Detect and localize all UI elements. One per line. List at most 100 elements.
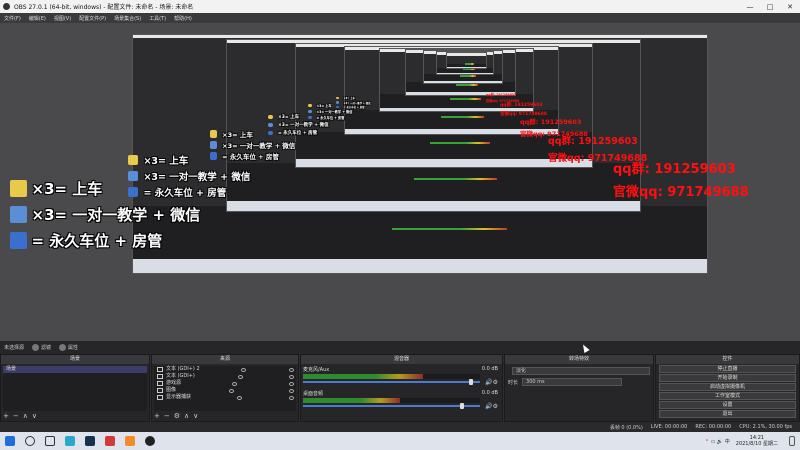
lock-icon[interactable] (288, 374, 294, 379)
notification-icon[interactable] (789, 436, 795, 446)
stop-streaming-button[interactable]: 停止直播 (659, 365, 796, 373)
meter-fill (303, 398, 401, 403)
transition-select[interactable]: 淡化 (512, 367, 650, 375)
source-item[interactable]: 文本 (GDI+) (154, 373, 296, 380)
speaker-icon[interactable]: 🔊⚙ (485, 379, 498, 386)
properties-icon (59, 344, 67, 351)
move-scene-down-button[interactable]: ∨ (32, 412, 37, 420)
settings-button[interactable]: 设置 (659, 401, 796, 409)
overlay-tier-row: ×3= 上车 (308, 103, 332, 108)
exit-button[interactable]: 退出 (659, 410, 796, 418)
visibility-eye-icon[interactable] (236, 395, 242, 400)
mixer-dock: 混音器 麦克风/Aux 0.0 dB 🔊⚙ 桌面音频 0.0 dB 🔊⚙ (300, 354, 503, 422)
overlay-tier-text: = 永久车位 + 房管 (277, 131, 318, 136)
source-label: 图像 (166, 387, 177, 393)
scene-item[interactable]: 场景 (3, 366, 147, 373)
move-scene-up-button[interactable]: ∧ (23, 412, 28, 420)
obs-taskbar-icon[interactable] (145, 436, 155, 446)
source-item[interactable]: 显示器捕获 (154, 394, 296, 401)
menu-edit[interactable]: 编辑(E) (25, 15, 50, 22)
rocket-icon (128, 186, 139, 198)
source-item[interactable]: 游戏源 (154, 380, 296, 387)
qq-group-text: qq群: 191259603 (500, 103, 543, 108)
lock-icon[interactable] (288, 395, 294, 400)
nested-taskbar (437, 72, 493, 75)
speaker-icon[interactable]: 🔊⚙ (485, 403, 498, 410)
lock-icon[interactable] (288, 388, 294, 393)
lock-icon[interactable] (289, 367, 294, 372)
minimize-button[interactable]: — (740, 3, 760, 11)
filter-button[interactable]: 滤镜 (32, 344, 51, 351)
source-item[interactable]: 图像 (154, 387, 296, 394)
start-recording-button[interactable]: 开始录制 (659, 374, 796, 382)
menu-view[interactable]: 视图(V) (50, 15, 75, 22)
lock-icon[interactable] (288, 381, 294, 386)
recursive-capture-frame (445, 51, 488, 69)
add-scene-button[interactable]: + (3, 412, 9, 420)
preview-canvas[interactable]: ×3= 上车 ×3= 一对一教学 + 微信 = 永久车位 + 房管 ×3= 上车 ×3=… (0, 23, 800, 341)
menu-file[interactable]: 文件(F) (0, 15, 25, 22)
overlay-tier-row: = 永久车位 + 房管 (10, 230, 162, 251)
nested-meter (449, 97, 481, 100)
overlay-tier-text: ×3= 上车 (316, 104, 332, 108)
overlay-tier-text: ×3= 上车 (222, 131, 253, 139)
menu-scene-collection[interactable]: 场景集合(S) (110, 15, 145, 22)
channel-name: 麦克风/Aux (303, 367, 330, 373)
source-settings-button[interactable]: ⚙ (174, 412, 180, 420)
steam-icon[interactable] (85, 436, 95, 446)
studio-mode-button[interactable]: 工作室模式 (659, 392, 796, 400)
menu-tools[interactable]: 工具(T) (145, 15, 170, 22)
visibility-eye-icon[interactable] (238, 374, 244, 379)
start-virtual-camera-button[interactable]: 启动虚拟摄像机 (659, 383, 796, 391)
qq-group-text: qq群: 191259603 (548, 136, 638, 147)
rocket-icon (10, 232, 27, 249)
source-label: 文本 (GDI+) 2 (166, 366, 200, 372)
pencil-icon (336, 96, 339, 100)
remove-source-button[interactable]: − (164, 412, 170, 420)
netease-music-icon[interactable] (105, 436, 115, 446)
nested-meter (429, 142, 490, 145)
pencil-icon (308, 103, 312, 108)
ship-icon (308, 109, 312, 114)
menu-help[interactable]: 帮助(H) (170, 15, 196, 22)
task-view-icon[interactable] (45, 436, 55, 446)
move-source-down-button[interactable]: ∨ (193, 412, 198, 420)
duration-input[interactable]: 300 ms (522, 378, 623, 386)
volume-slider[interactable] (303, 381, 480, 383)
windows-start-icon[interactable] (5, 436, 15, 446)
search-icon[interactable] (25, 436, 35, 446)
obs-window: OBS 27.0.1 (64-bit, windows) - 配置文件: 未命名… (0, 0, 800, 450)
status-bar: 丢帧 0 (0.0%) LIVE: 00:00:00 REC: 00:00:00… (0, 422, 800, 432)
overlay-tier-row: ×3= 上车 (10, 178, 102, 199)
menu-profile[interactable]: 配置文件(P) (75, 15, 110, 22)
clock[interactable]: 14:21 2021/8/10 星期二 (736, 435, 778, 447)
source-item[interactable]: 文本 (GDI+) 2 (154, 366, 296, 373)
remove-scene-button[interactable]: − (13, 412, 19, 420)
volume-slider[interactable] (303, 405, 480, 407)
nested-taskbar (227, 200, 641, 212)
ship-icon (128, 170, 139, 182)
ship-icon (210, 141, 218, 149)
edge-browser-icon[interactable] (65, 436, 75, 446)
rocket-icon (210, 152, 218, 160)
volume-slider-knob[interactable] (469, 379, 474, 385)
folder-icon[interactable] (125, 436, 135, 446)
close-button[interactable]: ✕ (780, 3, 800, 11)
transition-select-row: 淡化 (508, 367, 650, 375)
move-source-up-button[interactable]: ∧ (184, 412, 189, 420)
dropped-frames: 丢帧 0 (0.0%) (609, 424, 643, 431)
transitions-dock: 转场特效 淡化 时长 300 ms (504, 354, 654, 422)
cpu-fps: CPU: 2.1%, 30.00 fps (739, 424, 792, 430)
maximize-button[interactable]: □ (760, 3, 780, 11)
visibility-eye-icon[interactable] (229, 388, 234, 393)
visibility-eye-icon[interactable] (240, 367, 246, 372)
overlay-tier-text: ×3= 一对一教学 + 微信 (316, 110, 353, 114)
source-label: 文本 (GDI+) (166, 373, 195, 379)
windows-taskbar: ⌃ ▭ 🔊 中 14:21 2021/8/10 星期二 (0, 432, 800, 450)
add-source-button[interactable]: + (154, 412, 160, 420)
nested-taskbar (446, 67, 487, 68)
properties-button[interactable]: 属性 (59, 344, 78, 351)
volume-slider-knob[interactable] (460, 403, 465, 409)
tray-icons[interactable]: ⌃ ▭ 🔊 中 (705, 438, 730, 445)
visibility-eye-icon[interactable] (231, 381, 237, 386)
